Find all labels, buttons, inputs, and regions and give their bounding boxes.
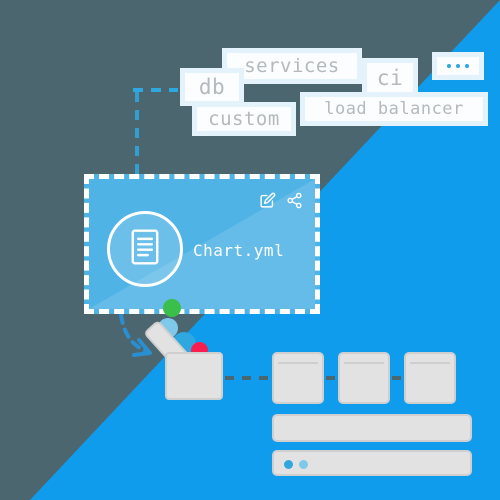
card-3[interactable] (404, 352, 456, 404)
card-divider (344, 362, 384, 364)
document-icon (128, 228, 162, 270)
chart-yml-panel[interactable]: Chart.yml (84, 174, 320, 314)
card-2[interactable] (338, 352, 390, 404)
panel-actions (259, 192, 303, 213)
edit-pencil-icon[interactable] (259, 192, 276, 213)
dot-green (163, 299, 181, 317)
tag-load-balancer-label: load balancer (324, 99, 464, 119)
tag-more-dots (447, 64, 469, 68)
tag-db[interactable]: db (180, 68, 244, 106)
card-divider (278, 362, 318, 364)
card-divider (410, 362, 450, 364)
tag-custom-label: custom (208, 108, 280, 130)
bar-wide[interactable] (272, 414, 472, 442)
tag-ci-label: ci (376, 66, 404, 90)
card-1[interactable] (272, 352, 324, 404)
tag-more[interactable] (432, 52, 484, 80)
tag-services-label: services (244, 55, 340, 77)
bar-with-dots[interactable] (272, 450, 472, 476)
panel-title: Chart.yml (193, 241, 285, 260)
box-body[interactable] (165, 352, 223, 400)
bar-dot-blue (284, 460, 293, 469)
tag-custom[interactable]: custom (192, 102, 296, 136)
bar-dot-light-blue (299, 460, 308, 469)
tag-load-balancer[interactable]: load balancer (300, 92, 488, 126)
share-nodes-icon[interactable] (286, 192, 303, 213)
illustration-canvas: services db ci load balancer custom Char… (0, 0, 500, 500)
document-icon-ring (107, 211, 183, 287)
tag-db-label: db (198, 75, 226, 99)
